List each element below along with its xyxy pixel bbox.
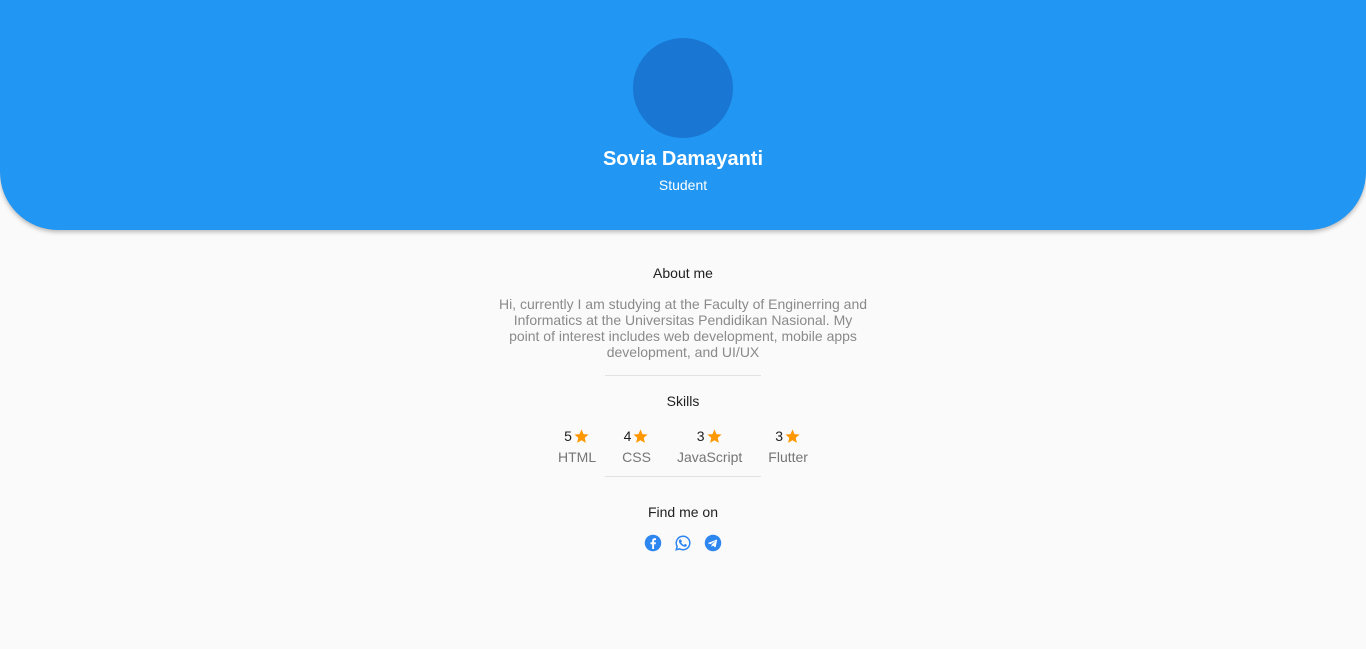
skill-rating: 5	[564, 428, 572, 444]
divider	[605, 375, 761, 376]
whatsapp-icon[interactable]	[674, 534, 692, 552]
profile-role: Student	[658, 177, 708, 193]
skill-rating: 4	[623, 428, 632, 444]
skill-item-flutter: 3 Flutter	[768, 427, 808, 465]
star-icon	[633, 428, 649, 443]
telegram-icon[interactable]	[704, 534, 722, 552]
skill-rating: 3	[696, 428, 705, 444]
divider	[605, 476, 761, 477]
skill-label: JavaScript	[676, 449, 743, 465]
skills-title: Skills	[666, 393, 700, 409]
skill-item-html: 5 HTML	[558, 427, 596, 465]
skill-label: Flutter	[768, 449, 808, 465]
star-icon	[785, 428, 800, 443]
skills-list: 5 HTML 4 CSS 3 JavaScript 3 Flutter	[0, 427, 1366, 465]
star-icon	[574, 428, 589, 443]
profile-name: Sovia Damayanti	[602, 148, 764, 170]
skill-label: HTML	[558, 449, 597, 465]
star-icon	[706, 428, 722, 443]
skill-item-css: 4 CSS	[622, 427, 651, 465]
skill-rating: 3	[775, 428, 784, 444]
profile-header: Sovia Damayanti Student	[0, 0, 1366, 230]
social-links	[0, 534, 1366, 552]
skill-item-javascript: 3 JavaScript	[677, 427, 742, 465]
skill-label: CSS	[622, 449, 651, 465]
avatar	[633, 38, 733, 138]
find-me-title: Find me on	[647, 504, 719, 520]
facebook-icon[interactable]	[644, 534, 662, 552]
about-text: Hi, currently I am studying at the Facul…	[498, 296, 868, 360]
about-title: About me	[653, 265, 713, 281]
